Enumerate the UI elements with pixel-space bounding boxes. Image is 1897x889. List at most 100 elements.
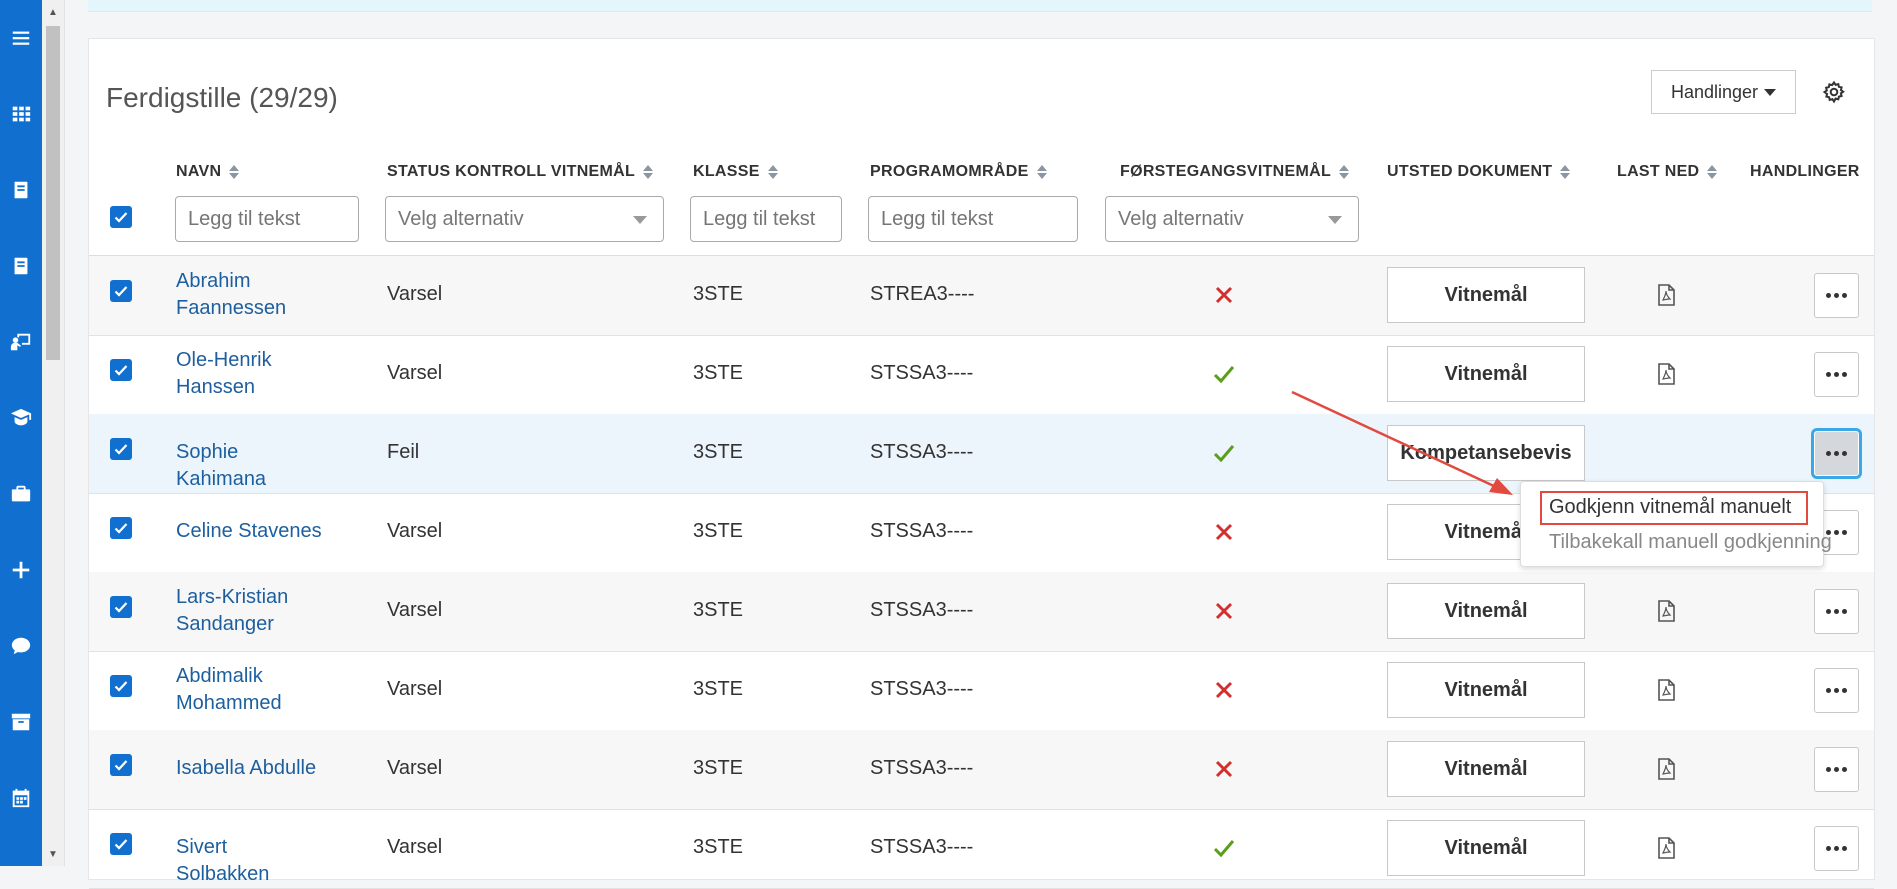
issue-document-button[interactable]: Vitnemål [1387, 662, 1585, 718]
class-cell: 3STE [693, 678, 744, 700]
student-name-link[interactable]: Sivert Solbakken [176, 834, 326, 888]
checkmark-icon [114, 839, 128, 850]
checkmark-icon [114, 212, 128, 223]
program-cell: STSSA3---- [870, 520, 974, 542]
checkmark-icon [114, 523, 128, 534]
column-header-download[interactable]: LAST NED [1617, 163, 1718, 181]
teacher-board-icon[interactable] [0, 322, 42, 362]
row-checkbox[interactable] [110, 359, 132, 381]
page-scrollbar[interactable]: ▲ ▼ [42, 0, 65, 866]
issue-document-button[interactable]: Vitnemål [1387, 346, 1585, 402]
column-header-issue-document[interactable]: UTSTED DOKUMENT [1387, 163, 1571, 181]
row-checkbox[interactable] [110, 833, 132, 855]
table-row: Lars-Kristian Sandanger Varsel 3STE STSSA3-… [89, 572, 1874, 652]
check-icon [1213, 840, 1235, 858]
status-cell: Varsel [387, 520, 443, 542]
status-filter-select[interactable]: Velg alternativ [385, 196, 664, 242]
program-cell: STSSA3---- [870, 836, 974, 858]
student-name-link[interactable]: Sophie Kahimana [176, 439, 326, 493]
pdf-download-icon[interactable] [1657, 284, 1675, 306]
gear-icon[interactable] [1822, 80, 1846, 104]
column-header-label: FØRSTEGANGSVITNEMÅL [1120, 163, 1332, 180]
row-checkbox[interactable] [110, 754, 132, 776]
student-name-link[interactable]: Lars-Kristian Sandanger [176, 584, 326, 638]
issue-document-button[interactable]: Vitnemål [1387, 741, 1585, 797]
pdf-download-icon[interactable] [1657, 758, 1675, 780]
chat-icon[interactable] [0, 626, 42, 666]
scroll-up-icon[interactable]: ▲ [42, 2, 64, 22]
apps-grid-icon[interactable] [0, 94, 42, 134]
row-actions-button[interactable] [1814, 431, 1859, 476]
graduate-icon[interactable] [0, 398, 42, 438]
issue-document-button[interactable]: Vitnemål [1387, 267, 1585, 323]
actions-dropdown-button[interactable]: Handlinger [1651, 70, 1796, 114]
issue-document-button[interactable]: Kompetansebevis [1387, 425, 1585, 481]
student-name-link[interactable]: Celine Stavenes [176, 518, 326, 545]
cross-icon [1215, 760, 1233, 778]
scroll-thumb[interactable] [46, 26, 60, 360]
column-header-class[interactable]: KLASSE [693, 163, 778, 181]
scroll-down-icon[interactable]: ▼ [42, 844, 64, 864]
sort-icon [229, 165, 240, 179]
program-cell: STSSA3---- [870, 362, 974, 384]
column-header-first-diploma[interactable]: FØRSTEGANGSVITNEMÅL [1120, 163, 1350, 181]
pdf-download-icon[interactable] [1657, 837, 1675, 859]
status-cell: Varsel [387, 283, 443, 305]
student-name-link[interactable]: Abdimalik Mohammed [176, 663, 326, 717]
column-header-label: NAVN [176, 163, 222, 180]
status-cell: Varsel [387, 599, 443, 621]
column-header-program[interactable]: PROGRAMOMRÅDE [870, 163, 1047, 181]
row-actions-button[interactable] [1814, 273, 1859, 318]
row-checkbox[interactable] [110, 596, 132, 618]
column-header-label: STATUS KONTROLL VITNEMÅL [387, 163, 636, 180]
plus-icon[interactable] [0, 550, 42, 590]
student-name-link[interactable]: Ole-Henrik Hanssen [176, 347, 326, 401]
row-checkbox[interactable] [110, 438, 132, 460]
column-header-name[interactable]: NAVN [176, 163, 240, 181]
check-icon [1213, 366, 1235, 384]
pdf-download-icon[interactable] [1657, 363, 1675, 385]
book-icon[interactable] [0, 170, 42, 210]
revoke-manual-approval-item[interactable]: Tilbakekall manuell godkjenning [1549, 531, 1832, 554]
row-actions-button[interactable] [1814, 668, 1859, 713]
program-filter-input[interactable] [868, 196, 1078, 242]
row-checkbox[interactable] [110, 675, 132, 697]
student-name-link[interactable]: Isabella Abdulle [176, 755, 326, 782]
pdf-download-icon[interactable] [1657, 679, 1675, 701]
column-header-label: UTSTED DOKUMENT [1387, 163, 1553, 180]
issue-document-button[interactable]: Vitnemål [1387, 583, 1585, 639]
name-filter-input[interactable] [175, 196, 359, 242]
first-diploma-filter-select[interactable]: Velg alternativ [1105, 196, 1359, 242]
class-filter-input[interactable] [690, 196, 842, 242]
program-cell: STSSA3---- [870, 678, 974, 700]
select-all-checkbox[interactable] [110, 206, 132, 228]
issue-document-button[interactable]: Vitnemål [1387, 820, 1585, 876]
student-name-link[interactable]: Abrahim Faannessen [176, 268, 326, 322]
program-cell: STSSA3---- [870, 441, 974, 463]
column-header-label: PROGRAMOMRÅDE [870, 163, 1029, 180]
row-actions-button[interactable] [1814, 826, 1859, 871]
row-checkbox[interactable] [110, 517, 132, 539]
first-diploma-filter-value: Velg alternativ [1118, 207, 1244, 230]
book-icon[interactable] [0, 246, 42, 286]
calendar-icon[interactable] [0, 778, 42, 818]
sidebar [0, 0, 42, 866]
sort-icon [1707, 165, 1718, 179]
table-row: Abdimalik Mohammed Varsel 3STE STSSA3---- Vi… [89, 651, 1874, 731]
column-header-status[interactable]: STATUS KONTROLL VITNEMÅL [387, 163, 654, 181]
menu-icon[interactable] [0, 18, 42, 58]
row-actions-button[interactable] [1814, 589, 1859, 634]
status-cell: Varsel [387, 757, 443, 779]
row-checkbox[interactable] [110, 280, 132, 302]
status-cell: Varsel [387, 678, 443, 700]
cross-icon [1215, 523, 1233, 541]
class-cell: 3STE [693, 836, 744, 858]
class-cell: 3STE [693, 520, 744, 542]
briefcase-icon[interactable] [0, 474, 42, 514]
archive-icon[interactable] [0, 702, 42, 742]
checkmark-icon [114, 681, 128, 692]
table-row: Ole-Henrik Hanssen Varsel 3STE STSSA3---- Vi… [89, 335, 1874, 415]
pdf-download-icon[interactable] [1657, 600, 1675, 622]
row-actions-button[interactable] [1814, 352, 1859, 397]
row-actions-button[interactable] [1814, 747, 1859, 792]
